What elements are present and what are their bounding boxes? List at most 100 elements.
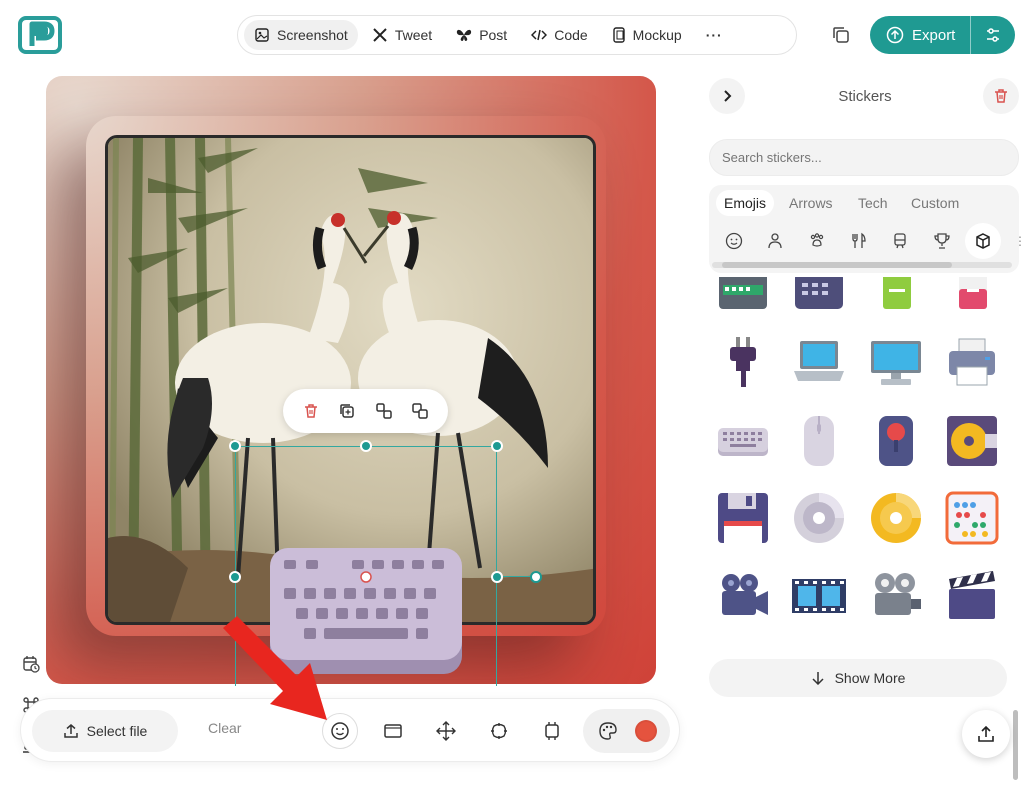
clear-stickers-button[interactable] xyxy=(983,78,1019,114)
category-food[interactable] xyxy=(847,229,871,253)
tab-emojis[interactable]: Emojis xyxy=(716,190,775,216)
category-animals[interactable] xyxy=(805,229,829,253)
tab-post[interactable]: Post xyxy=(446,20,517,50)
duplicate-sticker-button[interactable] xyxy=(334,398,360,424)
code-icon xyxy=(531,29,548,41)
history-button[interactable] xyxy=(20,653,42,675)
tab-tech[interactable]: Tech xyxy=(850,190,896,216)
sticker-search-input[interactable] xyxy=(709,139,1019,176)
sticker-film-frames[interactable] xyxy=(792,569,846,623)
category-people[interactable] xyxy=(763,229,787,253)
upload-icon xyxy=(978,725,994,742)
sticker-clapper-board[interactable] xyxy=(945,569,999,623)
frame-tool-button[interactable] xyxy=(375,713,411,749)
trash-icon xyxy=(305,404,318,418)
sticker-dvd[interactable] xyxy=(869,491,923,545)
sticker-grid-scrollbar[interactable] xyxy=(1013,710,1018,780)
phone-icon xyxy=(612,27,625,43)
show-more-button[interactable]: Show More xyxy=(709,659,1007,697)
more-categories-icon[interactable]: ⋮ xyxy=(1014,234,1024,248)
resize-handle-left[interactable] xyxy=(229,571,241,583)
sticker-computer-mouse[interactable] xyxy=(792,414,846,468)
upload-icon xyxy=(63,724,78,738)
duplicate-canvas-button[interactable] xyxy=(828,22,854,48)
sticker-film-projector[interactable] xyxy=(869,569,923,623)
sticker-floppy-disk[interactable] xyxy=(716,491,770,545)
collapse-panel-button[interactable] xyxy=(709,78,745,114)
train-icon xyxy=(894,233,906,249)
tab-tweet-label: Tweet xyxy=(394,27,433,43)
trash-icon xyxy=(995,89,1007,103)
arrow-down-icon xyxy=(812,672,824,685)
sticker-actions-bar xyxy=(283,389,448,433)
bring-forward-button[interactable] xyxy=(371,398,397,424)
sticker-battery-low[interactable] xyxy=(945,277,999,315)
more-icon: ··· xyxy=(705,27,723,43)
category-activities[interactable] xyxy=(930,229,954,253)
sticker-movie-camera[interactable] xyxy=(716,569,770,623)
select-file-button[interactable]: Select file xyxy=(32,710,178,752)
tab-tweet[interactable]: Tweet xyxy=(362,20,442,50)
upload-circle-icon xyxy=(886,26,904,44)
sticker-fax[interactable] xyxy=(792,277,846,315)
tab-mockup[interactable]: Mockup xyxy=(602,20,692,50)
rotate-handle[interactable] xyxy=(530,571,542,583)
image-icon xyxy=(255,28,269,42)
transform-tool-button[interactable] xyxy=(481,713,517,749)
category-smileys[interactable] xyxy=(722,229,746,253)
resize-handle-top-right[interactable] xyxy=(491,440,503,452)
resize-handle-right[interactable] xyxy=(491,571,503,583)
rotate-3d-icon xyxy=(491,723,507,739)
position-tool-button[interactable] xyxy=(428,713,464,749)
export-button[interactable]: Export xyxy=(870,16,970,54)
calendar-clock-icon xyxy=(23,656,40,673)
tab-more[interactable]: ··· xyxy=(696,20,733,50)
app-logo[interactable] xyxy=(18,16,62,54)
copy-icon xyxy=(833,27,849,43)
fork-knife-icon xyxy=(852,232,866,248)
category-objects[interactable] xyxy=(965,223,1001,259)
panel-title: Stickers xyxy=(838,88,892,105)
duplicate-icon xyxy=(340,404,355,418)
send-backward-button[interactable] xyxy=(407,398,433,424)
sticker-abacus[interactable] xyxy=(945,491,999,545)
resize-handle-top[interactable] xyxy=(360,440,372,452)
tab-screenshot-label: Screenshot xyxy=(277,27,348,43)
show-more-label: Show More xyxy=(834,670,906,686)
background-color-swatch[interactable] xyxy=(634,720,657,742)
select-file-label: Select file xyxy=(86,723,148,739)
crop-tool-button[interactable] xyxy=(534,713,570,749)
tab-screenshot[interactable]: Screenshot xyxy=(244,20,358,50)
sticker-desktop-computer[interactable] xyxy=(869,335,923,389)
sliders-icon xyxy=(987,28,999,42)
delete-sticker-button[interactable] xyxy=(298,398,324,424)
x-icon xyxy=(373,28,387,42)
sticker-printer[interactable] xyxy=(945,335,999,389)
resize-handle-top-left[interactable] xyxy=(229,440,241,452)
butterfly-icon xyxy=(457,29,472,41)
sticker-keyboard[interactable] xyxy=(716,414,770,468)
sticker-trackball[interactable] xyxy=(869,414,923,468)
category-scrollbar-thumb[interactable] xyxy=(722,262,952,268)
tab-custom[interactable]: Custom xyxy=(903,190,967,216)
sticker-optical-disc[interactable] xyxy=(792,491,846,545)
sticker-floppy-drive-disc[interactable] xyxy=(945,414,999,468)
sticker-pager[interactable] xyxy=(716,277,770,315)
move-icon xyxy=(436,721,456,741)
sticker-battery-full[interactable] xyxy=(869,277,923,315)
upload-sticker-button[interactable] xyxy=(962,710,1010,758)
cube-icon xyxy=(976,233,990,249)
palette-button[interactable] xyxy=(596,719,620,743)
layer-down-icon xyxy=(412,403,428,419)
background-picker xyxy=(583,709,670,753)
tab-arrows[interactable]: Arrows xyxy=(781,190,841,216)
paw-icon xyxy=(810,233,824,247)
crop-frame-icon xyxy=(545,722,559,740)
red-pointer-arrow-icon xyxy=(223,616,327,720)
sticker-laptop[interactable] xyxy=(792,335,846,389)
sticker-electric-plug[interactable] xyxy=(716,335,770,389)
category-travel[interactable] xyxy=(888,229,912,253)
tab-code[interactable]: Code xyxy=(521,20,597,50)
smiley-icon xyxy=(725,232,743,250)
export-settings-button[interactable] xyxy=(971,16,1015,54)
